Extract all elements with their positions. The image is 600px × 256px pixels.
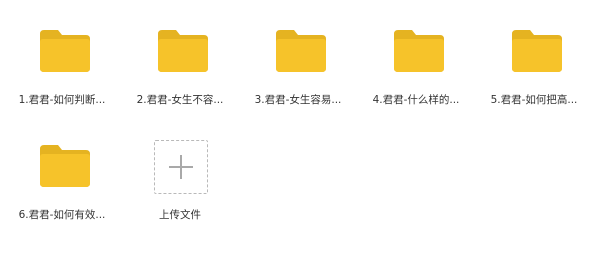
folder-item[interactable]: 3.君君-女生容易... xyxy=(239,0,357,106)
folder-name: 6.君君-如何有效... xyxy=(18,209,106,221)
folder-icon xyxy=(38,28,92,74)
folder-item[interactable]: 4.君君-什么样的... xyxy=(357,0,475,106)
folder-name: 5.君君-如何把高... xyxy=(490,94,578,106)
file-grid: 1.君君-如何判断... 2.君君-女生不容... 3.君君-女生容易... 4… xyxy=(0,0,600,256)
folder-icon xyxy=(392,28,446,74)
folder-icon xyxy=(156,28,210,74)
folder-item[interactable]: 6.君君-如何有效... xyxy=(3,115,121,221)
folder-name: 4.君君-什么样的... xyxy=(372,94,460,106)
folder-item[interactable]: 5.君君-如何把高... xyxy=(475,0,593,106)
folder-icon xyxy=(38,143,92,189)
upload-file-button[interactable] xyxy=(154,140,208,194)
folder-name: 3.君君-女生容易... xyxy=(254,94,342,106)
plus-icon xyxy=(169,155,193,179)
folder-item[interactable]: 2.君君-女生不容... xyxy=(121,0,239,106)
folder-icon xyxy=(274,28,328,74)
upload-file-label: 上传文件 xyxy=(159,209,201,221)
folder-name: 2.君君-女生不容... xyxy=(136,94,224,106)
folder-name: 1.君君-如何判断... xyxy=(18,94,106,106)
folder-icon xyxy=(510,28,564,74)
folder-item[interactable]: 1.君君-如何判断... xyxy=(3,0,121,106)
